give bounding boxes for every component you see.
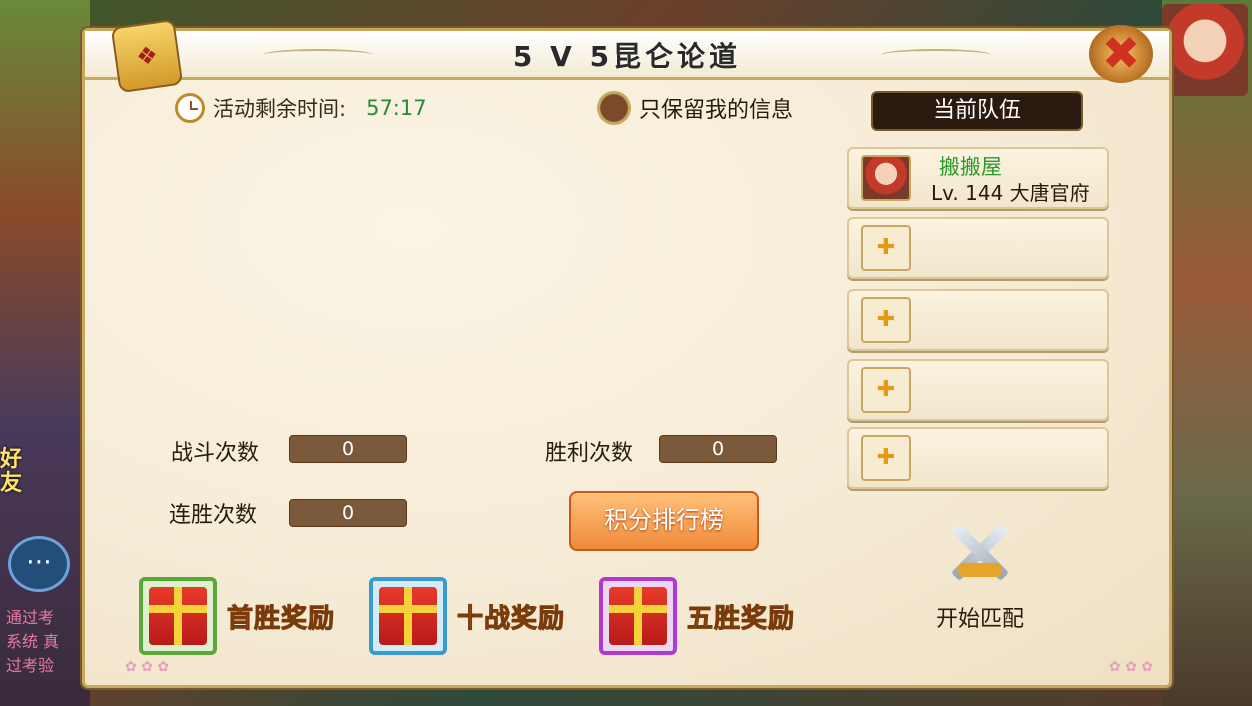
plus-icon[interactable]: ✚ xyxy=(861,225,911,271)
only-my-info-toggle[interactable]: 只保留我的信息 xyxy=(597,91,793,125)
start-match-label: 开始匹配 xyxy=(935,607,1024,632)
team-slot-empty[interactable]: ✚ xyxy=(847,289,1109,351)
reward-ten-battles[interactable]: 十战奖励 xyxy=(369,577,565,655)
wins-value: 0 xyxy=(659,435,777,463)
team-slot-empty[interactable]: ✚ xyxy=(847,359,1109,421)
title-ornament-right xyxy=(881,49,991,61)
member-info: Lv. 144 大唐官府 xyxy=(931,181,1090,205)
wins-label: 胜利次数 xyxy=(545,441,634,466)
dialog-title: 5 V 5昆仑论道 xyxy=(512,40,742,73)
ranking-button[interactable]: 积分排行榜 xyxy=(569,491,759,551)
gift-box-icon[interactable] xyxy=(139,577,217,655)
friends-label-1: 好 xyxy=(0,447,23,472)
team-slot-member[interactable]: 搬搬屋 Lv. 144 大唐官府 xyxy=(847,147,1109,209)
streak-label: 连胜次数 xyxy=(169,503,258,528)
background-right xyxy=(1162,0,1252,706)
ticker-line: 系统 真 xyxy=(6,632,60,651)
activity-timer: 活动剩余时间: 57:17 xyxy=(175,93,427,123)
chat-icon[interactable]: ⋯ xyxy=(8,536,70,592)
reward-first-win[interactable]: 首胜奖励 xyxy=(139,577,335,655)
gift-box-icon[interactable] xyxy=(369,577,447,655)
friends-label-2: 友 xyxy=(0,471,23,496)
kunlun-dialog: 5 V 5昆仑论道 ❖ ✖ 活动剩余时间: 57:17 只保留我的信息 当前队伍… xyxy=(82,18,1172,688)
team-slot-empty[interactable]: ✚ xyxy=(847,427,1109,489)
start-match-button[interactable]: 开始匹配 xyxy=(925,517,1035,633)
scroll-icon: ❖ xyxy=(110,18,184,94)
current-team-header: 当前队伍 xyxy=(871,91,1083,131)
system-ticker: 通过考 系统 真 过考验 xyxy=(6,606,86,678)
blossom-decoration-right: ✿ ✿ ✿ xyxy=(1108,659,1153,675)
member-portrait xyxy=(861,155,911,201)
player-avatar[interactable] xyxy=(1162,4,1248,96)
plus-icon[interactable]: ✚ xyxy=(861,297,911,343)
battles-label: 战斗次数 xyxy=(171,441,260,466)
crossed-swords-icon[interactable] xyxy=(944,517,1016,587)
title-bar: 5 V 5昆仑论道 xyxy=(85,31,1169,80)
close-icon: ✖ xyxy=(1101,26,1141,80)
battles-value: 0 xyxy=(289,435,407,463)
gift-box-icon[interactable] xyxy=(599,577,677,655)
reward-five-wins[interactable]: 五胜奖励 xyxy=(599,577,795,655)
timer-value: 57:17 xyxy=(366,96,427,120)
radio-icon[interactable] xyxy=(597,91,631,125)
ticker-line: 通过考 xyxy=(6,608,55,627)
clock-icon xyxy=(175,93,205,123)
timer-label: 活动剩余时间: xyxy=(213,97,347,121)
friends-button[interactable]: 好 友 xyxy=(0,448,80,518)
reward-label: 首胜奖励 xyxy=(226,603,336,634)
reward-label: 五胜奖励 xyxy=(686,603,796,634)
reward-label: 十战奖励 xyxy=(456,603,566,634)
streak-value: 0 xyxy=(289,499,407,527)
ticker-line: 过考验 xyxy=(6,656,55,675)
team-slot-empty[interactable]: ✚ xyxy=(847,217,1109,279)
plus-icon[interactable]: ✚ xyxy=(861,435,911,481)
close-button[interactable]: ✖ xyxy=(1089,25,1153,83)
only-my-info-label: 只保留我的信息 xyxy=(639,98,794,123)
background-left xyxy=(0,0,90,706)
blossom-decoration-left: ✿ ✿ ✿ xyxy=(125,659,170,675)
plus-icon[interactable]: ✚ xyxy=(861,367,911,413)
